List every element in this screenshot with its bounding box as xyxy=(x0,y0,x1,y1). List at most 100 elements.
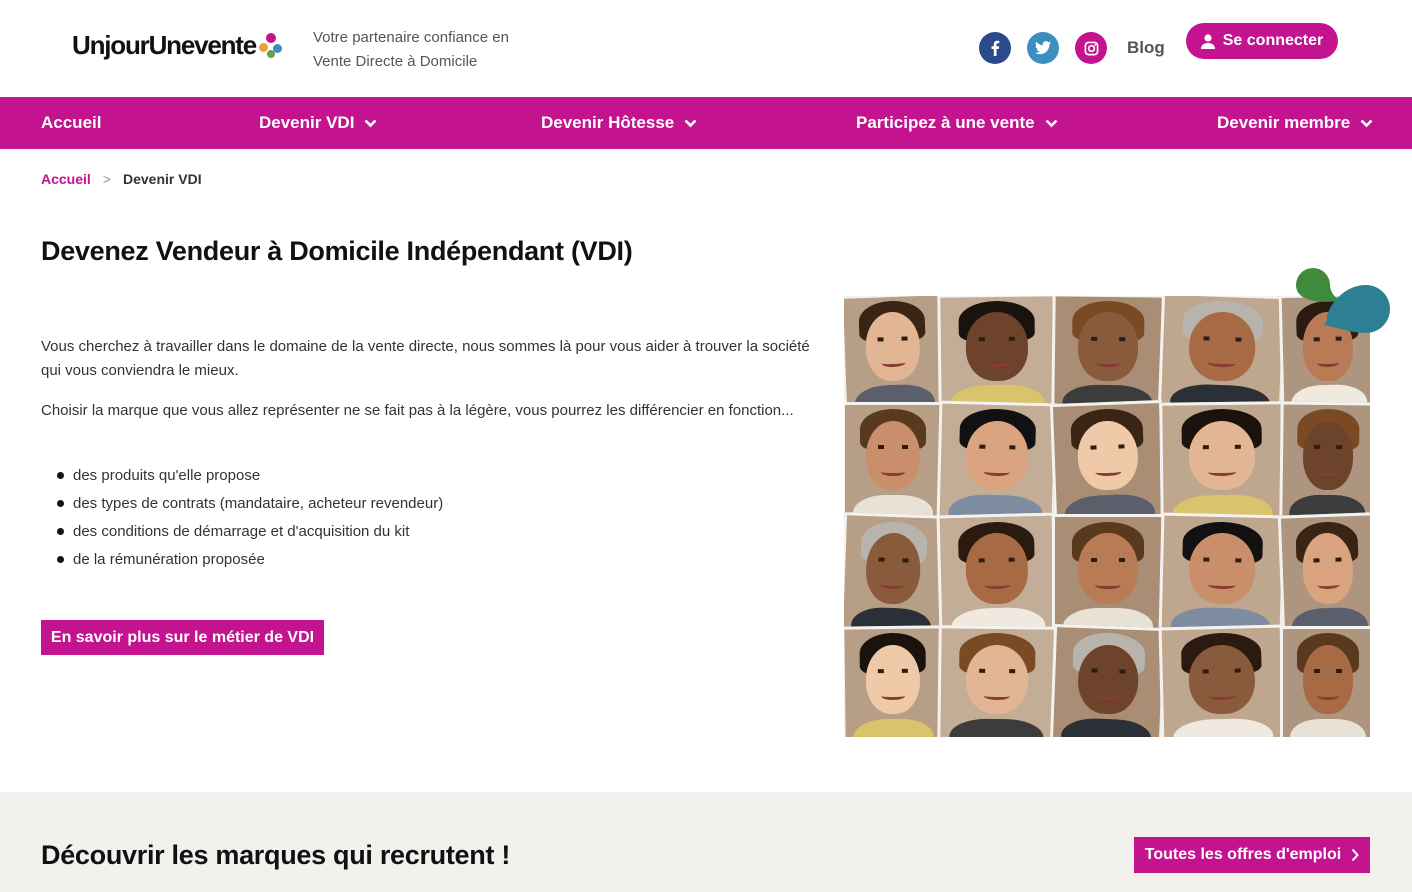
portrait-face xyxy=(1302,420,1354,491)
portrait-eyes xyxy=(1091,336,1126,341)
portrait-face xyxy=(965,312,1029,381)
facebook-icon xyxy=(991,40,1000,56)
twitter-icon xyxy=(1035,41,1051,55)
portrait-photo xyxy=(937,296,1057,411)
nav-item-devenir-hotesse[interactable]: Devenir Hôtesse xyxy=(541,97,697,149)
all-job-offers-button[interactable]: Toutes les offres d'emploi xyxy=(1134,837,1370,873)
portrait-face xyxy=(1077,643,1140,716)
portrait-eyes xyxy=(979,444,1016,450)
logo-text: UnjourUnevente xyxy=(72,30,257,60)
login-button[interactable]: Se connecter xyxy=(1186,23,1338,59)
facebook-button[interactable] xyxy=(979,32,1011,64)
portrait-mouth xyxy=(881,691,905,700)
portrait-photo xyxy=(1279,401,1370,521)
portrait-photo xyxy=(1158,512,1286,636)
chevron-down-icon xyxy=(365,119,377,127)
portrait-photo xyxy=(844,625,945,737)
portrait-body xyxy=(1060,716,1152,737)
portrait-mouth xyxy=(983,467,1011,477)
nav-item-accueil[interactable]: Accueil xyxy=(41,97,101,149)
learn-more-vdi-button[interactable]: En savoir plus sur le métier de VDI xyxy=(41,620,324,655)
page-title: Devenez Vendeur à Domicile Indépendant (… xyxy=(41,236,633,266)
breadcrumb-separator: > xyxy=(102,171,111,187)
portrait-eyes xyxy=(978,336,1015,341)
portrait-mouth xyxy=(881,468,905,476)
decorative-bubbles-icon xyxy=(1296,268,1390,333)
brands-section-title: Découvrir les marques qui recrutent ! xyxy=(41,840,511,870)
portrait-photo xyxy=(1052,514,1164,634)
site-logo[interactable]: UnjourUnevente xyxy=(72,30,283,61)
portrait-mouth xyxy=(1207,358,1236,368)
portrait-mouth xyxy=(880,580,905,590)
nav-item-label: Accueil xyxy=(41,113,102,132)
portrait-face xyxy=(1188,532,1257,605)
portrait-eyes xyxy=(1091,558,1125,563)
portrait-photo xyxy=(1277,512,1370,636)
site-tagline: Votre partenaire confiance en Vente Dire… xyxy=(313,26,553,74)
user-icon xyxy=(1200,33,1215,49)
portrait-body xyxy=(1173,717,1274,737)
portrait-eyes xyxy=(877,445,909,450)
criteria-list: des produits qu'elle propose des types d… xyxy=(57,462,443,574)
portrait-face xyxy=(1078,532,1138,604)
portrait-eyes xyxy=(1313,445,1343,450)
site-header: UnjourUnevente Votre partenaire confianc… xyxy=(0,0,1412,97)
portrait-photo xyxy=(1280,626,1370,737)
login-label: Se connecter xyxy=(1222,32,1324,49)
portrait-photo xyxy=(1158,624,1286,737)
portrait-mouth xyxy=(1095,581,1121,589)
list-item: des conditions de démarrage et d'acquisi… xyxy=(57,518,443,546)
nav-item-label: Participez à une vente xyxy=(856,113,1035,132)
portrait-photo xyxy=(1049,399,1167,523)
breadcrumb-current: Devenir VDI xyxy=(123,171,202,187)
portrait-photo xyxy=(844,296,947,412)
criteria-paragraph: Choisir la marque que vous allez représe… xyxy=(41,402,794,419)
intro-paragraph: Vous cherchez à travailler dans le domai… xyxy=(41,338,810,379)
portrait-photo xyxy=(844,512,947,636)
nav-item-label: Devenir membre xyxy=(1217,113,1351,132)
portrait-body xyxy=(1290,718,1366,737)
list-item: de la rémunération proposée xyxy=(57,546,443,574)
portrait-mouth xyxy=(1095,358,1121,367)
portrait-mouth xyxy=(1317,467,1339,476)
breadcrumb: Accueil > Devenir VDI xyxy=(41,171,202,187)
portrait-mouth xyxy=(1317,692,1339,700)
portrait-mouth xyxy=(1207,467,1237,476)
nav-item-participez[interactable]: Participez à une vente xyxy=(856,97,1058,149)
chevron-down-icon xyxy=(1045,119,1057,127)
nav-item-devenir-membre[interactable]: Devenir membre xyxy=(1217,97,1373,149)
portrait-eyes xyxy=(877,669,909,674)
logo-mark-icon xyxy=(259,32,283,59)
breadcrumb-home-link[interactable]: Accueil xyxy=(41,171,91,187)
nav-item-devenir-vdi[interactable]: Devenir VDI xyxy=(259,97,377,149)
list-item: des types de contrats (mandataire, achet… xyxy=(57,490,443,518)
portrait-body xyxy=(948,718,1044,737)
chevron-down-icon xyxy=(684,119,697,127)
chevron-down-icon xyxy=(1360,119,1373,127)
portrait-mouth xyxy=(1317,358,1340,367)
blog-link[interactable]: Blog xyxy=(1127,38,1165,58)
portrait-photo xyxy=(936,512,1058,636)
portrait-face xyxy=(866,420,920,491)
portrait-photo xyxy=(1051,296,1165,411)
chevron-right-icon xyxy=(1351,848,1360,862)
portrait-mouth xyxy=(1094,691,1121,701)
portrait-photo xyxy=(937,625,1057,737)
portrait-face xyxy=(1188,420,1256,491)
tagline-line-1: Votre partenaire confiance en xyxy=(313,29,509,46)
nav-item-label: Devenir VDI xyxy=(259,113,355,132)
portrait-face xyxy=(965,644,1029,715)
portrait-face xyxy=(865,644,921,715)
twitter-button[interactable] xyxy=(1027,32,1059,64)
portrait-face xyxy=(1187,311,1257,382)
portrait-photo xyxy=(1157,296,1287,413)
portrait-face xyxy=(1077,312,1139,381)
portrait-photo xyxy=(1049,623,1167,737)
instagram-button[interactable] xyxy=(1075,32,1107,64)
portrait-photo xyxy=(936,400,1058,522)
all-job-offers-label: Toutes les offres d'emploi xyxy=(1144,846,1342,863)
portraits-collage-image xyxy=(844,296,1370,737)
portrait-eyes xyxy=(979,669,1016,674)
tagline-line-2: Vente Directe à Domicile xyxy=(313,53,478,70)
instagram-icon xyxy=(1084,41,1098,55)
